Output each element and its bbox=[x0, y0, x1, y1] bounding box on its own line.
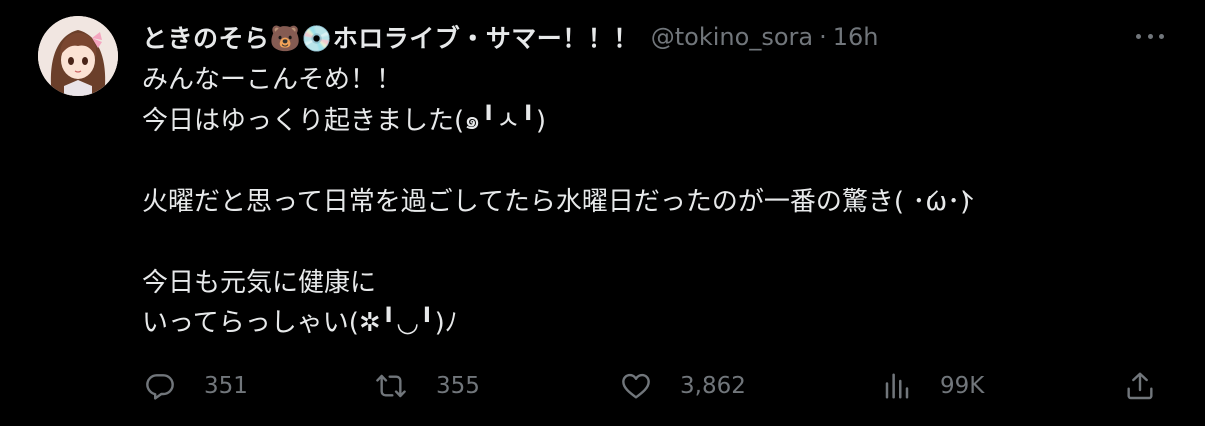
separator-dot: · bbox=[819, 23, 827, 51]
tweet-header: ときのそら🐻💿ホロライブ・サマー！！！ @tokino_sora · 16h bbox=[142, 18, 878, 56]
views-icon bbox=[885, 373, 909, 399]
more-icon-dot bbox=[1147, 33, 1153, 39]
tweet-text-line: みんなーこんそめ！！ bbox=[142, 65, 403, 95]
tweet-text-line: 今日はゆっくり起きました(๑╹ㅅ╹) bbox=[142, 105, 547, 136]
user-handle[interactable]: @tokino_sora bbox=[651, 23, 813, 51]
tweet-text-line: 今日も元気に健康に bbox=[142, 267, 377, 298]
retweet-button[interactable]: 355 bbox=[374, 364, 480, 408]
tweet-text-blank-line bbox=[142, 222, 1162, 263]
tweet-text-line: 火曜だと思って日常を過ごしてたら水曜日だったのが一番の驚き( ･́ω･̀) bbox=[142, 186, 971, 217]
share-icon bbox=[1127, 372, 1153, 400]
like-icon bbox=[622, 373, 650, 399]
more-button[interactable] bbox=[1136, 22, 1164, 50]
tweet-text-blank-line bbox=[142, 141, 1162, 182]
like-count: 3,862 bbox=[680, 373, 746, 399]
tweet[interactable]: ときのそら🐻💿ホロライブ・サマー！！！ @tokino_sora · 16h み… bbox=[0, 0, 1205, 426]
like-button[interactable]: 3,862 bbox=[620, 364, 746, 408]
timestamp[interactable]: 16h bbox=[833, 23, 879, 51]
reply-icon bbox=[146, 374, 174, 400]
more-icon-dot bbox=[1159, 33, 1164, 39]
reply-button[interactable]: 351 bbox=[144, 364, 248, 408]
more-icon bbox=[1136, 33, 1141, 39]
retweet-icon bbox=[376, 374, 406, 398]
views-count: 99K bbox=[940, 373, 985, 399]
display-name[interactable]: ときのそら🐻💿ホロライブ・サマー！！！ bbox=[142, 19, 639, 55]
avatar[interactable] bbox=[38, 16, 118, 96]
share-button[interactable] bbox=[1124, 364, 1156, 408]
views-button[interactable]: 99K bbox=[882, 364, 984, 408]
retweet-count: 355 bbox=[436, 373, 480, 399]
tweet-text-line: いってらっしゃい(✲╹◡╹)ﾉ bbox=[142, 308, 458, 338]
avatar-image bbox=[38, 16, 118, 96]
action-bar: 351 355 3,862 99K bbox=[142, 364, 1172, 408]
tweet-text: みんなーこんそめ！！ 今日はゆっくり起きました(๑╹ㅅ╹) 火曜だと思って日常を… bbox=[142, 60, 1162, 344]
reply-count: 351 bbox=[204, 373, 248, 399]
